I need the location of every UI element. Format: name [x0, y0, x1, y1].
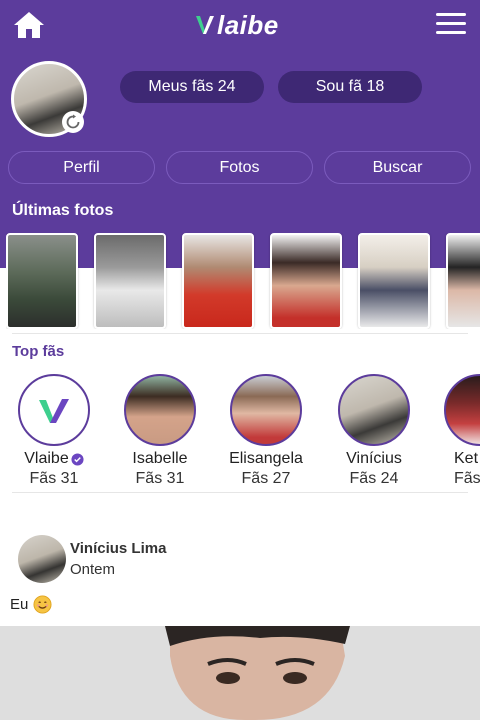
tab-fotos[interactable]: Fotos: [166, 151, 313, 184]
post-time: Ontem: [70, 561, 116, 578]
fan-avatar[interactable]: [444, 374, 480, 446]
tab-buscar[interactable]: Buscar: [324, 151, 471, 184]
photo-thumbnail[interactable]: [358, 233, 430, 329]
fan-name: Isabelle: [132, 450, 188, 467]
divider: [12, 333, 468, 334]
following-button[interactable]: Sou fã 18: [278, 71, 422, 103]
my-fans-button[interactable]: Meus fãs 24: [120, 71, 264, 103]
vlaibe-logo-icon: [39, 399, 69, 423]
top-fan-item[interactable]: Ket Fãs: [426, 374, 480, 488]
post-text: Eu: [10, 595, 52, 614]
top-fans-title: Top fãs: [12, 343, 65, 360]
fan-count: Fãs 31: [135, 470, 185, 487]
fan-name: Ket: [454, 450, 479, 467]
photo-thumbnail[interactable]: [6, 233, 78, 329]
fan-avatar[interactable]: [124, 374, 196, 446]
smiling-emoji-icon: [33, 595, 52, 614]
latest-photos-title: Últimas fotos: [12, 202, 114, 219]
post-text-content: Eu: [10, 596, 29, 613]
fan-name: Elisangela: [229, 450, 303, 467]
divider: [12, 492, 468, 493]
photo-thumbnail[interactable]: [94, 233, 166, 329]
tab-perfil[interactable]: Perfil: [8, 151, 155, 184]
photo-thumbnail[interactable]: [182, 233, 254, 329]
app-logo[interactable]: laibe: [194, 8, 279, 42]
top-bar: laibe: [0, 0, 480, 50]
fan-count: Fãs 24: [349, 470, 399, 487]
top-fan-item[interactable]: Vinícius Fãs 24: [320, 374, 428, 488]
fan-count: Fãs 31: [29, 470, 79, 487]
home-icon[interactable]: [12, 9, 46, 41]
fan-avatar[interactable]: [338, 374, 410, 446]
fan-avatar[interactable]: [230, 374, 302, 446]
post-photo-illustration: [0, 626, 480, 720]
verified-badge-icon: [71, 452, 84, 466]
fan-name: Vlaibe: [24, 450, 69, 467]
fan-name: Vinícius: [346, 450, 402, 467]
post-author[interactable]: Vinícius Lima: [70, 540, 166, 557]
post-image[interactable]: [0, 626, 480, 720]
menu-icon[interactable]: [436, 13, 466, 37]
logo-text: laibe: [217, 9, 279, 40]
post-author-avatar[interactable]: [18, 535, 66, 583]
logo-mark-icon: [196, 16, 214, 34]
fan-avatar[interactable]: [18, 374, 90, 446]
fan-count: Fãs 27: [241, 470, 291, 487]
app-screen: laibe Meus fãs 24 Sou fã 18 Perfil Fotos…: [0, 0, 480, 720]
fan-count: Fãs: [454, 470, 480, 487]
refresh-icon[interactable]: [62, 111, 84, 133]
top-fan-item[interactable]: Isabelle Fãs 31: [106, 374, 214, 488]
photo-thumbnail[interactable]: [270, 233, 342, 329]
top-fan-item[interactable]: Vlaibe Fãs 31: [0, 374, 108, 488]
photo-thumbnail[interactable]: [446, 233, 480, 329]
latest-photos-strip[interactable]: [6, 233, 480, 329]
top-fan-item[interactable]: Elisangela Fãs 27: [212, 374, 320, 488]
